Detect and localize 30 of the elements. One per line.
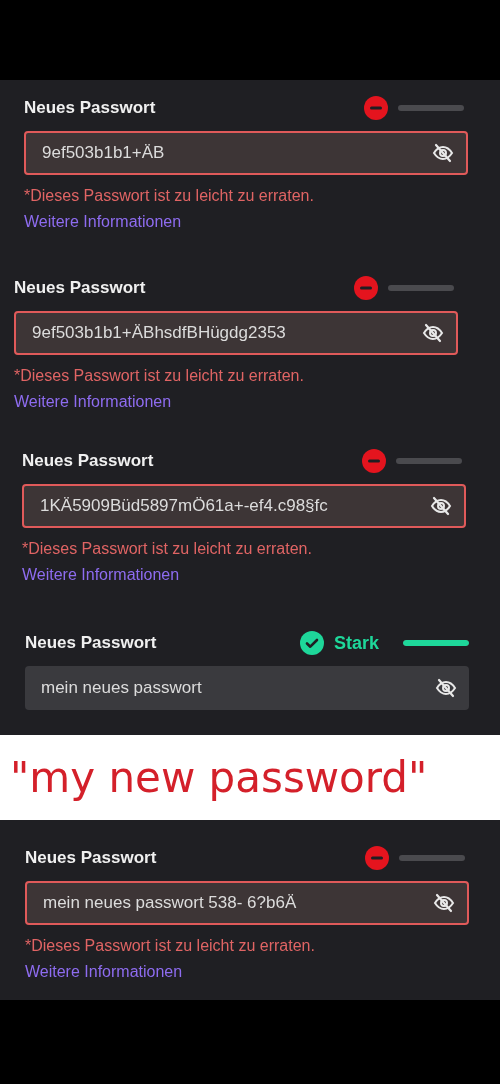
eye-slash-icon[interactable] bbox=[432, 143, 454, 163]
field-label: Neues Passwort bbox=[14, 278, 147, 298]
field-label: Neues Passwort bbox=[25, 633, 158, 653]
strength-label: Stark bbox=[333, 632, 379, 654]
error-message: *Dieses Passwort ist zu leicht zu erraten. Weitere Informationen bbox=[24, 186, 315, 232]
password-field[interactable]: 9ef503b1b1+ÄBhsdfBHügdg2353 bbox=[14, 311, 458, 355]
field-label: Neues Passwort bbox=[24, 98, 157, 118]
eye-slash-icon[interactable] bbox=[422, 323, 444, 343]
password-field[interactable]: 9ef503b1b1+ÄB bbox=[24, 131, 468, 175]
eye-slash-icon[interactable] bbox=[435, 678, 457, 698]
password-field[interactable]: mein neues passwort 538- 6?b6Ä bbox=[25, 881, 469, 925]
eye-slash-icon[interactable] bbox=[430, 496, 452, 516]
field-label: Neues Passwort bbox=[25, 848, 158, 868]
minus-circle-icon bbox=[354, 276, 378, 300]
field-label: Neues Passwort bbox=[22, 451, 155, 471]
password-field[interactable]: mein neues passwort bbox=[25, 666, 469, 710]
more-info-link[interactable]: Weitere Informationen bbox=[25, 963, 183, 980]
minus-circle-icon bbox=[365, 846, 389, 870]
error-message: *Dieses Passwort ist zu leicht zu erraten. Weitere Informationen bbox=[22, 539, 313, 585]
minus-circle-icon bbox=[362, 449, 386, 473]
more-info-link[interactable]: Weitere Informationen bbox=[14, 393, 172, 410]
more-info-link[interactable]: Weitere Informationen bbox=[24, 213, 182, 230]
caption-text: "my new password" bbox=[10, 753, 428, 802]
check-circle-icon bbox=[299, 631, 324, 655]
more-info-link[interactable]: Weitere Informationen bbox=[22, 566, 180, 583]
eye-slash-icon[interactable] bbox=[433, 893, 455, 913]
error-message: *Dieses Passwort ist zu leicht zu erraten. Weitere Informationen bbox=[14, 366, 305, 412]
minus-circle-icon bbox=[364, 96, 388, 120]
error-message: *Dieses Passwort ist zu leicht zu erraten. Weitere Informationen bbox=[25, 936, 316, 982]
password-field[interactable]: 1KÄ5909Büd5897mÖ61a+-ef4.c98§fc bbox=[22, 484, 466, 528]
